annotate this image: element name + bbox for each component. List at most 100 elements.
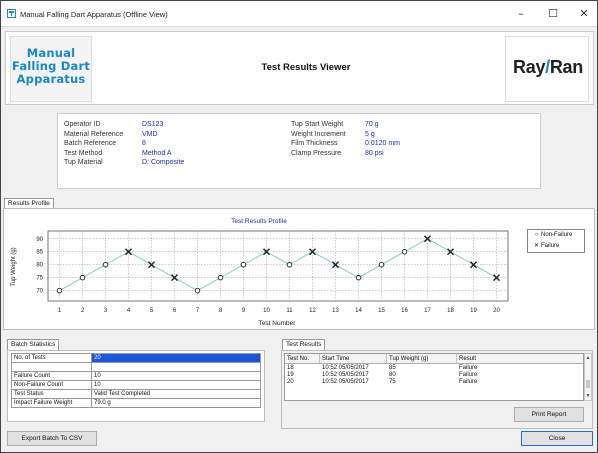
maximize-button[interactable]: ☐ xyxy=(538,5,568,23)
stats-row xyxy=(11,362,261,372)
scroll-down-icon[interactable]: ▼ xyxy=(585,393,591,399)
info-value: D: Composite xyxy=(142,159,185,167)
page-title: Test Results Viewer xyxy=(261,62,351,73)
title-bar: Manual Falling Dart Apparatus (Offline V… xyxy=(1,1,597,27)
cell-tup-weight: 80 xyxy=(389,372,396,378)
tab-batch-statistics[interactable]: Batch Statistics xyxy=(7,339,60,350)
info-label: Operator ID xyxy=(64,121,101,128)
stats-value[interactable]: Valid Test Completed xyxy=(91,388,261,399)
info-row: Operator ID DS123 xyxy=(64,120,184,130)
info-value: 70 g xyxy=(365,121,379,128)
stats-value[interactable]: 10 xyxy=(91,370,261,381)
rayran-logo: Ray/Ran xyxy=(505,36,589,102)
info-row: Batch Reference 8 xyxy=(64,139,184,149)
cell-tup-weight: 75 xyxy=(389,379,396,385)
cell-start-time: 10:52 05/05/2017 xyxy=(322,365,369,371)
stats-row: Non-Failure Count 10 xyxy=(11,379,261,390)
info-row: Tup Start Weight 70 g xyxy=(291,120,400,130)
column-header-result[interactable]: Result xyxy=(457,354,583,364)
cell-tup-weight: 85 xyxy=(389,365,396,371)
stats-label: Failure Count xyxy=(11,370,92,381)
results-profile-panel xyxy=(3,208,595,330)
info-label: Material Reference xyxy=(64,130,124,138)
test-info-left: Operator ID DS123 Material Reference VMD B… xyxy=(64,120,184,168)
info-row: Film Thickness 0.0120 mm xyxy=(291,139,400,149)
column-header-tup-weight[interactable]: Tup Weight (g) xyxy=(387,354,457,364)
circle-marker-icon: ○ xyxy=(534,232,539,238)
stats-row: Impact Failure Weight 79.0 g xyxy=(11,397,261,408)
info-row: Weight Increment 5 g xyxy=(291,130,400,140)
stats-value[interactable] xyxy=(91,362,261,372)
info-value: 80 psi xyxy=(365,149,384,157)
minimize-button[interactable]: – xyxy=(506,5,536,23)
stats-row: Failure Count 10 xyxy=(11,370,261,381)
window-title: Manual Falling Dart Apparatus (Offline V… xyxy=(20,10,168,19)
legend-label: Non-Failure xyxy=(541,232,573,238)
info-value: 8 xyxy=(142,140,146,148)
stats-value[interactable]: 10 xyxy=(91,379,261,390)
close-window-button[interactable]: ✕ xyxy=(569,5,597,23)
app-logo: Manual Falling Dart Apparatus xyxy=(10,36,92,102)
cell-result: Failure xyxy=(459,379,478,385)
info-row: Clamp Pressure 80 psi xyxy=(291,149,400,159)
info-value: DS123 xyxy=(142,121,164,128)
cell-result: Failure xyxy=(459,365,478,371)
column-header-test-no[interactable]: Test No. xyxy=(285,354,320,364)
rayran-logo-text: Ray/Ran xyxy=(506,57,590,78)
info-label: Test Method xyxy=(64,149,103,157)
close-button[interactable]: Close xyxy=(521,431,593,446)
cross-marker-icon: ✕ xyxy=(533,243,540,249)
column-header-start-time[interactable]: Start Time xyxy=(320,354,387,364)
cell-start-time: 10:52 05/05/2017 xyxy=(322,379,369,385)
info-value: 5 g xyxy=(365,130,375,138)
info-value: Method A xyxy=(142,149,172,157)
header-panel: Manual Falling Dart Apparatus Test Resul… xyxy=(5,31,594,105)
test-results-panel: Test No. Start Time Tup Weight (g) Resul… xyxy=(281,350,593,429)
cell-test-no: 20 xyxy=(287,379,294,385)
print-report-button[interactable]: Print Report xyxy=(514,407,584,422)
cell-test-no: 19 xyxy=(287,372,294,378)
info-label: Weight Increment xyxy=(291,130,346,138)
scroll-up-icon[interactable]: ▲ xyxy=(585,355,591,361)
tab-test-results[interactable]: Test Results xyxy=(282,339,326,350)
stats-row: Test Status Valid Test Completed xyxy=(11,388,261,399)
legend-item-failure: ✕ Failure xyxy=(532,242,559,249)
logo-line: Apparatus xyxy=(16,72,86,86)
info-label: Clamp Pressure xyxy=(291,149,342,157)
info-label: Film Thickness xyxy=(291,140,338,148)
main-window: Manual Falling Dart Apparatus (Offline V… xyxy=(0,0,598,453)
cell-test-no: 18 xyxy=(287,365,294,371)
test-info-right: Tup Start Weight 70 g Weight Increment 5 g… xyxy=(291,120,400,158)
test-results-grid: Test No. Start Time Tup Weight (g) Resul… xyxy=(284,353,584,401)
stats-value[interactable]: 79.0 g xyxy=(91,397,261,408)
stats-label xyxy=(11,362,92,372)
info-value: VMD xyxy=(142,130,158,138)
results-scrollbar[interactable]: ▲ ▼ xyxy=(584,353,592,401)
info-row: Material Reference VMD xyxy=(64,130,184,140)
test-info-panel: Operator ID DS123 Material Reference VMD B… xyxy=(57,113,541,189)
stats-row: No. of Tests 20 xyxy=(11,353,261,363)
stats-label: Impact Failure Weight xyxy=(11,397,92,408)
stats-label: No. of Tests xyxy=(11,353,92,363)
info-label: Tup Material xyxy=(64,159,103,167)
stats-value[interactable]: 20 xyxy=(91,353,261,363)
export-csv-button[interactable]: Export Batch To CSV xyxy=(7,431,97,446)
legend-item-non-failure: ○ Non-Failure xyxy=(532,232,573,238)
info-row: Tup Material D: Composite xyxy=(64,158,184,168)
grid-header: Test No. Start Time Tup Weight (g) Resul… xyxy=(285,354,583,364)
stats-label: Non-Failure Count xyxy=(11,379,92,390)
logo-word-ray: Ray xyxy=(513,57,546,77)
batch-statistics-panel: No. of Tests 20 Failure Count 10 Non-Failu… xyxy=(7,350,265,422)
chart-legend: ○ Non-Failure ✕ Failure xyxy=(527,229,585,253)
app-icon xyxy=(7,9,16,18)
legend-label: Failure xyxy=(541,243,560,249)
batch-statistics-table: No. of Tests 20 Failure Count 10 Non-Failu… xyxy=(11,353,261,408)
info-label: Batch Reference xyxy=(64,140,117,148)
info-value: 0.0120 mm xyxy=(365,140,401,148)
scrollbar-thumb[interactable] xyxy=(586,380,590,388)
info-label: Tup Start Weight xyxy=(291,121,344,128)
cell-start-time: 10:52 05/05/2017 xyxy=(322,372,369,378)
cell-result: Failure xyxy=(459,372,478,378)
logo-word-ran: Ran xyxy=(549,57,583,77)
stats-label: Test Status xyxy=(11,388,92,399)
